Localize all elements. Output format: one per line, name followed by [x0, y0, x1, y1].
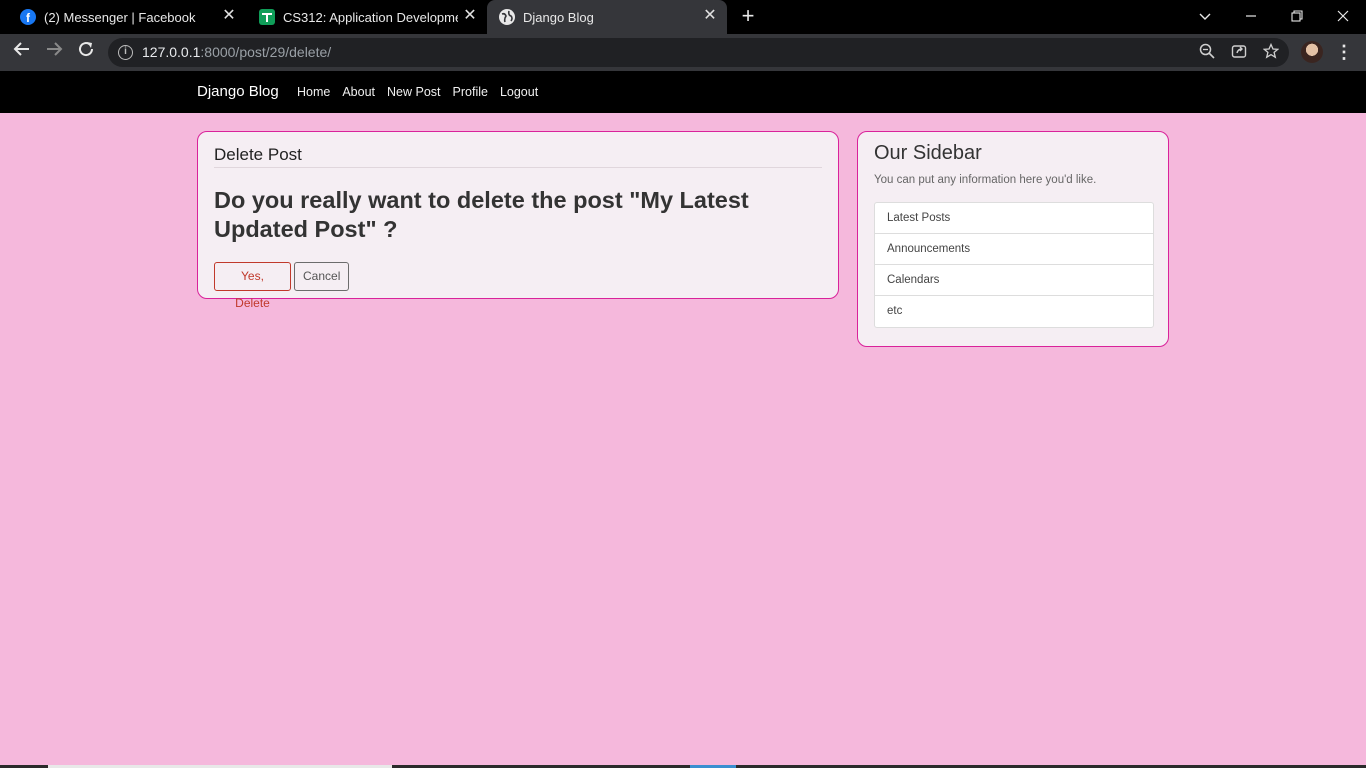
bookmark-star-icon[interactable] — [1261, 42, 1281, 63]
profile-avatar[interactable] — [1301, 41, 1323, 63]
classroom-icon — [259, 9, 275, 25]
nav-links: Home About New Post Profile Logout — [297, 85, 550, 99]
delete-post-card: Delete Post Do you really want to delete… — [197, 131, 839, 310]
site-navbar: Django Blog Home About New Post Profile … — [0, 71, 1366, 113]
address-bar[interactable]: i 127.0.0.1:8000/post/29/delete/ — [108, 38, 1289, 67]
new-tab-button[interactable]: + — [738, 5, 758, 27]
sidebar-title: Our Sidebar — [874, 142, 982, 164]
sidebar-item-etc[interactable]: etc — [875, 296, 1153, 327]
share-icon[interactable] — [1229, 43, 1249, 63]
browser-tab-bar: f (2) Messenger | Facebook ✕ CS312: Appl… — [0, 0, 1366, 34]
sidebar-card: Our Sidebar You can put any information … — [857, 131, 1169, 347]
zoom-icon[interactable] — [1197, 43, 1217, 63]
cancel-button[interactable]: Cancel — [294, 262, 349, 291]
tab-facebook[interactable]: f (2) Messenger | Facebook ✕ — [0, 0, 246, 34]
site-brand[interactable]: Django Blog — [197, 83, 279, 100]
form-legend: Delete Post — [214, 145, 302, 164]
nav-home[interactable]: Home — [297, 85, 330, 99]
facebook-icon: f — [20, 9, 36, 25]
reload-icon[interactable] — [74, 40, 98, 64]
tab-search-icon[interactable] — [1193, 5, 1217, 29]
nav-profile[interactable]: Profile — [453, 85, 488, 99]
close-tab-icon[interactable]: ✕ — [222, 8, 236, 24]
globe-icon — [499, 9, 515, 25]
tab-title: CS312: Application Development — [283, 9, 458, 25]
back-arrow-icon[interactable] — [10, 40, 34, 64]
nav-new-post[interactable]: New Post — [387, 85, 441, 99]
delete-confirmation-question: Do you really want to delete the post "M… — [214, 187, 749, 242]
confirm-delete-button[interactable]: Yes, Delete — [214, 262, 291, 310]
nav-logout[interactable]: Logout — [500, 85, 538, 99]
forward-arrow-icon[interactable] — [42, 40, 66, 64]
close-tab-icon[interactable]: ✕ — [703, 8, 717, 24]
url-text[interactable]: 127.0.0.1:8000/post/29/delete/ — [142, 44, 331, 60]
sidebar-item-announcements[interactable]: Announcements — [875, 234, 1153, 265]
tab-django-blog[interactable]: Django Blog ✕ — [487, 0, 727, 34]
minimize-icon[interactable] — [1239, 5, 1263, 29]
browser-menu-icon[interactable]: ⋮ — [1334, 40, 1354, 64]
nav-about[interactable]: About — [342, 85, 375, 99]
close-tab-icon[interactable]: ✕ — [463, 8, 477, 24]
sidebar-description: You can put any information here you'd l… — [874, 174, 1097, 186]
sidebar-item-calendars[interactable]: Calendars — [875, 265, 1153, 296]
sidebar-list: Latest Posts Announcements Calendars etc — [874, 202, 1154, 328]
tab-cs312[interactable]: CS312: Application Development ✕ — [246, 0, 487, 34]
browser-toolbar: i 127.0.0.1:8000/post/29/delete/ ⋮ — [0, 34, 1366, 71]
restore-icon[interactable] — [1285, 5, 1309, 29]
sidebar-item-latest-posts[interactable]: Latest Posts — [875, 203, 1153, 234]
site-info-icon[interactable]: i — [118, 45, 133, 60]
close-window-icon[interactable] — [1331, 5, 1355, 29]
tab-title: (2) Messenger | Facebook — [44, 9, 196, 25]
tab-title: Django Blog — [523, 9, 594, 25]
legend-divider — [214, 167, 822, 168]
